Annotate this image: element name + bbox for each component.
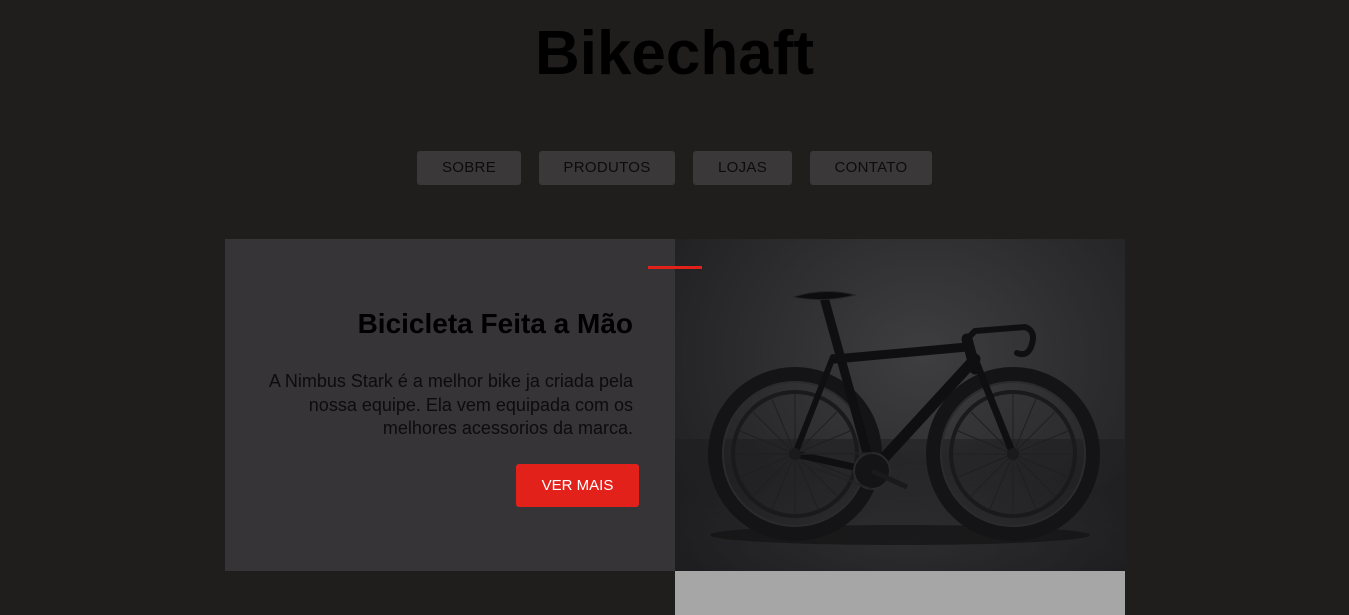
nav-item-sobre[interactable]: SOBRE: [417, 151, 521, 185]
hero-text-panel: Bicicleta Feita a Mão A Nimbus Stark é a…: [225, 239, 675, 571]
accent-divider: [648, 266, 702, 269]
nav-item-produtos[interactable]: PRODUTOS: [539, 151, 675, 185]
site-logo-title[interactable]: Bikechaft: [0, 18, 1349, 90]
bicycle-photo-icon: [675, 291, 1125, 571]
page: Bikechaft SOBRE PRODUTOS LOJAS CONTATO B…: [0, 0, 1349, 615]
nav-item-lojas[interactable]: LOJAS: [693, 151, 792, 185]
hero-bike-image: [675, 239, 1125, 571]
hero-description: A Nimbus Stark é a melhor bike ja criada…: [268, 371, 633, 438]
hero-title: Bicicleta Feita a Mão: [357, 308, 633, 339]
ver-mais-button[interactable]: VER MAIS: [516, 464, 639, 507]
below-gray-panel: [675, 571, 1125, 615]
nav-item-contato[interactable]: CONTATO: [810, 151, 932, 185]
